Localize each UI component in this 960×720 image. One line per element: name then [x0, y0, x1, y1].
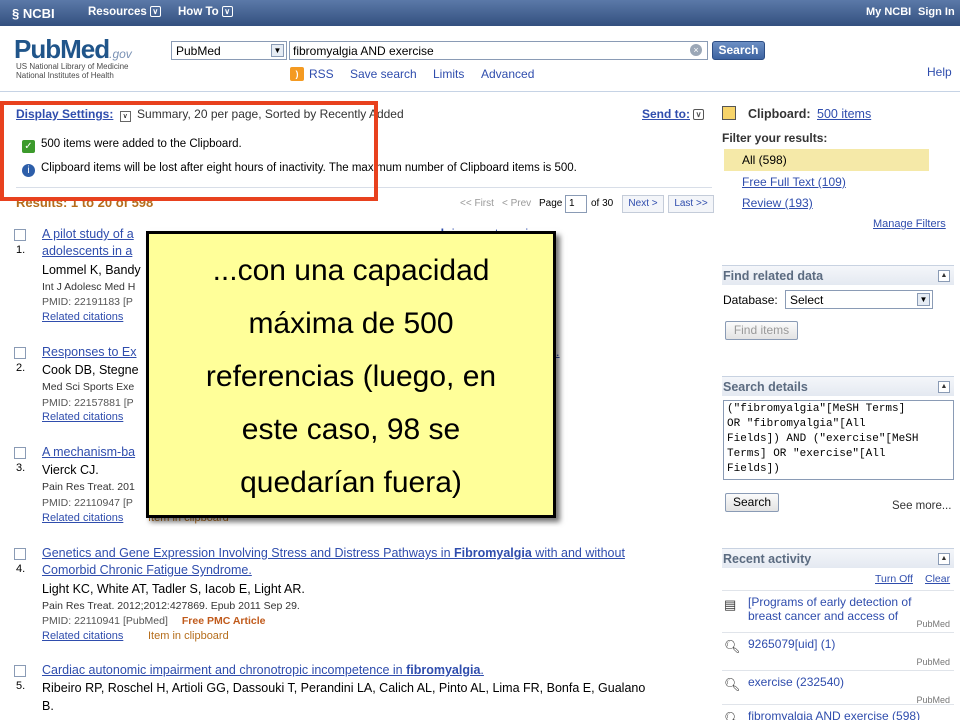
collapse-icon[interactable]: ▲ — [938, 553, 950, 565]
search-details-textarea[interactable]: ("fibromyalgia"[MeSH Terms] OR "fibromya… — [723, 400, 954, 480]
nlm-subtitle: US National Library of Medicine National … — [16, 62, 129, 80]
save-search-link[interactable]: Save search — [350, 67, 417, 81]
see-more-link[interactable]: See more... — [892, 500, 951, 512]
recent-activity-header: Recent activity ▲ — [722, 548, 954, 568]
result-authors: Ribeiro RP, Roschel H, Artioli GG, Dasso… — [42, 681, 646, 695]
filter-free-full-text[interactable]: Free Full Text (109) — [742, 175, 846, 189]
result-journal: Med Sci Sports Exe — [42, 381, 135, 393]
database-select[interactable]: PubMed ▼ — [171, 41, 287, 60]
chevron-down-icon: ▼ — [271, 44, 284, 57]
result-title-link[interactable]: A mechanism-ba — [42, 444, 135, 461]
sidebar: Clipboard: 500 items Filter your results… — [722, 100, 960, 720]
result-pmid: PMID: 22110941 [PubMed] Free PMC Article — [42, 615, 266, 627]
sign-in-link[interactable]: Sign In — [918, 6, 955, 18]
send-to-menu[interactable]: Send to: ∨ — [642, 107, 704, 121]
result-journal: Pain Res Treat. 201 — [42, 481, 135, 493]
result-title-link-line2[interactable]: Comorbid Chronic Fatigue Syndrome. — [42, 562, 252, 579]
result-checkbox[interactable] — [14, 347, 26, 359]
chevron-down-icon: ∨ — [221, 6, 233, 17]
result-pmid: PMID: 22110947 [P — [42, 497, 133, 509]
result-pmid: PMID: 22157881 [P — [42, 397, 134, 409]
recent-activity-item[interactable]: ▤ [Programs of early detection of breast … — [722, 590, 954, 632]
recent-activity-item[interactable]: 🔍︎ fibromyalgia AND exercise (598) — [722, 704, 954, 720]
result-authors: Lommel K, Bandy — [42, 263, 141, 277]
rss-icon[interactable]: ) — [290, 67, 304, 81]
result-authors: Vierck CJ. — [42, 463, 99, 477]
find-items-button[interactable]: Find items — [725, 321, 798, 340]
magnifier-icon: 🔍︎ — [724, 639, 741, 654]
clear-search-icon[interactable]: × — [690, 44, 702, 56]
page-label: Page — [539, 198, 563, 209]
clipboard-items-link[interactable]: 500 items — [817, 107, 871, 121]
result-checkbox[interactable] — [14, 229, 26, 241]
ncbi-logo[interactable]: § NCBI — [12, 6, 55, 21]
page-total: of 30 — [591, 198, 614, 209]
result-authors: Light KC, White AT, Tadler S, Iacob E, L… — [42, 582, 305, 596]
rss-link[interactable]: RSS — [309, 67, 334, 81]
result-checkbox[interactable] — [14, 548, 26, 560]
filter-title: Filter your results: — [722, 131, 828, 145]
next-page-button[interactable]: Next > — [622, 195, 664, 213]
related-citations-link[interactable]: Related citations — [42, 411, 123, 423]
prev-page-link[interactable]: < Prev — [502, 198, 531, 209]
collapse-icon[interactable]: ▲ — [938, 381, 950, 393]
ncbi-logo-icon: § — [12, 6, 23, 21]
filter-all[interactable]: All (598) — [724, 149, 929, 171]
search-button[interactable]: Search — [712, 41, 765, 60]
magnifier-icon: 🔍︎ — [724, 711, 741, 720]
collapse-icon[interactable]: ▲ — [938, 270, 950, 282]
search-details-header: Search details ▲ — [722, 376, 954, 396]
related-citations-link[interactable]: Related citations — [42, 512, 123, 524]
chevron-down-icon: ▼ — [917, 293, 930, 306]
result-authors: Cook DB, Stegne — [42, 363, 139, 377]
details-search-button[interactable]: Search — [725, 493, 779, 512]
limits-link[interactable]: Limits — [433, 67, 464, 81]
related-citations-link[interactable]: Related citations — [42, 311, 123, 323]
annotation-callout: ...con una capacidad máxima de 500 refer… — [146, 231, 556, 518]
last-page-button[interactable]: Last >> — [668, 195, 714, 213]
database-dropdown[interactable]: Select ▼ — [785, 290, 933, 309]
clipboard-icon — [722, 106, 736, 120]
result-title-link[interactable]: Cardiac autonomic impairment and chronot… — [42, 662, 484, 679]
resources-menu[interactable]: Resources ∨ — [88, 6, 161, 18]
result-journal: Pain Res Treat. 2012;2012:427869. Epub 2… — [42, 600, 300, 612]
result-title-link[interactable]: Genetics and Gene Expression Involving S… — [42, 545, 625, 562]
result-authors-line2: B. — [42, 699, 54, 713]
filter-review[interactable]: Review (193) — [742, 196, 813, 210]
manage-filters-link[interactable]: Manage Filters — [873, 218, 946, 230]
document-icon: ▤ — [724, 597, 737, 612]
recent-activity-item[interactable]: 🔍︎ 9265079[uid] (1) PubMed — [722, 632, 954, 670]
item-in-clipboard: Item in clipboard — [148, 630, 229, 642]
turn-off-link[interactable]: Turn Off — [875, 573, 913, 585]
result-journal: Int J Adolesc Med H — [42, 281, 136, 293]
search-input[interactable]: fibromyalgia AND exercise — [289, 41, 708, 60]
recent-activity-item[interactable]: 🔍︎ exercise (232540) PubMed — [722, 670, 954, 708]
result-item: 4. Genetics and Gene Expression Involvin… — [14, 545, 625, 642]
result-item: 5. Cardiac autonomic impairment and chro… — [14, 662, 646, 713]
pager: << First < Prev Page 1 of 30 Next > Last… — [460, 195, 716, 213]
first-page-link[interactable]: << First — [460, 198, 494, 209]
result-checkbox[interactable] — [14, 447, 26, 459]
chevron-down-icon: ∨ — [693, 109, 704, 120]
page-number-input[interactable]: 1 — [565, 195, 587, 213]
pubmed-logo[interactable]: PubMed.gov — [14, 34, 132, 65]
my-ncbi-link[interactable]: My NCBI — [866, 6, 911, 18]
highlight-frame — [0, 101, 378, 201]
related-citations-link[interactable]: Related citations — [42, 630, 123, 642]
help-link[interactable]: Help — [927, 65, 952, 79]
advanced-link[interactable]: Advanced — [481, 67, 534, 81]
magnifier-icon: 🔍︎ — [724, 677, 741, 692]
result-pmid: PMID: 22191183 [P — [42, 296, 133, 308]
result-checkbox[interactable] — [14, 665, 26, 677]
find-related-data-header: Find related data ▲ — [722, 265, 954, 285]
chevron-down-icon: ∨ — [149, 6, 161, 17]
clear-history-link[interactable]: Clear — [925, 573, 950, 585]
ncbi-top-bar: § NCBI Resources ∨ How To ∨ My NCBI Sign I… — [0, 0, 960, 26]
result-title-link-line2[interactable]: adolescents in a — [42, 243, 132, 260]
free-pmc-article-link[interactable]: Free PMC Article — [182, 615, 266, 627]
howto-menu[interactable]: How To ∨ — [178, 6, 233, 18]
